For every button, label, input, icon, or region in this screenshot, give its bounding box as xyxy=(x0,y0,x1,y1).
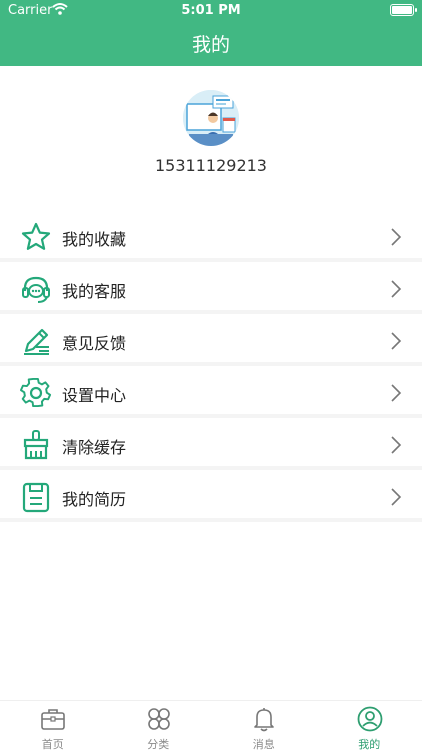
gear-icon xyxy=(20,377,52,409)
tab-messages[interactable]: 消息 xyxy=(211,701,317,750)
top-bar: Carrier 5:01 PM 我的 xyxy=(0,0,422,66)
avatar[interactable] xyxy=(183,90,239,146)
status-time: 5:01 PM xyxy=(181,3,241,18)
chevron-right-icon xyxy=(390,383,402,403)
chevron-right-icon xyxy=(390,279,402,299)
tab-bar: 首页 分类 消息 我的 xyxy=(0,700,422,750)
menu-item-label: 意见反馈 xyxy=(62,334,127,353)
menu-item-favorites[interactable]: 我的收藏 xyxy=(0,210,422,262)
chevron-right-icon xyxy=(390,331,402,351)
menu-item-resume[interactable]: 我的简历 xyxy=(0,470,422,522)
broom-icon xyxy=(20,429,52,461)
pen-icon xyxy=(20,325,52,357)
tab-home[interactable]: 首页 xyxy=(0,701,106,750)
menu-item-label: 我的简历 xyxy=(62,490,127,509)
menu-item-settings[interactable]: 设置中心 xyxy=(0,366,422,418)
document-icon xyxy=(20,481,52,513)
tab-label: 我的 xyxy=(358,738,381,750)
tab-label: 分类 xyxy=(147,738,170,750)
menu-item-label: 设置中心 xyxy=(62,386,127,405)
status-bar: Carrier 5:01 PM xyxy=(0,0,422,22)
settings-menu: 我的收藏 我的客服 意见反馈 设置中心 清除缓存 我的简历 xyxy=(0,210,422,522)
menu-item-customer-service[interactable]: 我的客服 xyxy=(0,262,422,314)
chevron-right-icon xyxy=(390,435,402,455)
tab-category[interactable]: 分类 xyxy=(106,701,212,750)
tab-label: 首页 xyxy=(41,738,64,750)
menu-item-feedback[interactable]: 意见反馈 xyxy=(0,314,422,366)
clover-icon xyxy=(146,706,172,732)
phone-number: 15311129213 xyxy=(155,156,267,175)
bell-icon xyxy=(251,706,277,732)
star-icon xyxy=(20,221,52,253)
page-title: 我的 xyxy=(191,34,230,56)
headset-icon xyxy=(20,273,52,305)
battery-icon xyxy=(390,4,417,16)
user-circle-icon xyxy=(357,706,383,732)
menu-item-clear-cache[interactable]: 清除缓存 xyxy=(0,418,422,470)
menu-item-label: 清除缓存 xyxy=(62,438,127,457)
menu-item-label: 我的客服 xyxy=(62,282,127,301)
tab-label: 消息 xyxy=(252,738,275,750)
tab-mine[interactable]: 我的 xyxy=(317,701,422,750)
chevron-right-icon xyxy=(390,227,402,247)
menu-item-label: 我的收藏 xyxy=(62,230,127,249)
briefcase-icon xyxy=(40,706,66,732)
chevron-right-icon xyxy=(390,487,402,507)
profile-section: 15311129213 xyxy=(0,66,422,206)
